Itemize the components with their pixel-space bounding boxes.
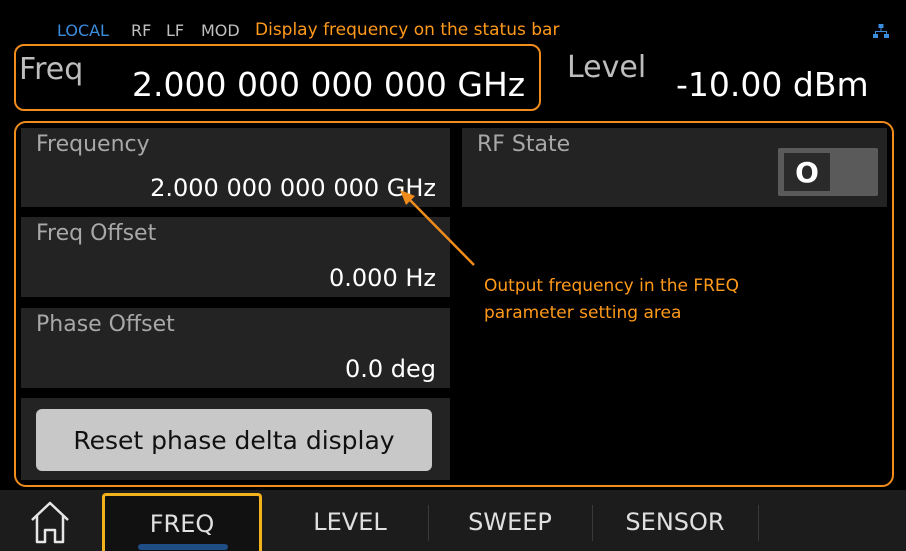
phase-offset-value: 0.0 deg [344,355,436,383]
network-icon [873,24,889,38]
tab-sensor[interactable]: SENSOR [595,493,755,551]
rf-state-param: RF State O [462,128,887,207]
rf-state-toggle[interactable]: O [778,148,878,196]
phase-offset-label: Phase Offset [36,312,175,337]
rf-indicator: RF [131,21,152,40]
freq-label: Freq [19,52,84,87]
freq-offset-param[interactable]: Freq Offset 0.000 Hz [21,217,450,297]
tab-freq-active-indicator [138,544,228,550]
tab-separator [758,505,759,541]
level-label: Level [567,50,647,85]
reset-phase-container: Reset phase delta display [21,398,450,480]
frequency-value: 2.000 000 000 000 GHz [150,174,436,202]
status-bar: LOCAL RF LF MOD Display frequency on the… [0,0,906,42]
rf-state-label: RF State [477,132,571,157]
frequency-label: Frequency [36,132,150,157]
freq-offset-label: Freq Offset [36,221,157,246]
tab-separator [428,505,429,541]
rf-toggle-knob: O [784,153,830,191]
freq-offset-value: 0.000 Hz [329,264,436,292]
status-bar-annotation: Display frequency on the status bar [255,20,560,40]
reset-phase-delta-button[interactable]: Reset phase delta display [36,409,432,471]
level-value[interactable]: -10.00 dBm [676,65,869,104]
local-indicator: LOCAL [57,21,109,40]
phase-offset-param[interactable]: Phase Offset 0.0 deg [21,308,450,388]
freq-value[interactable]: 2.000 000 000 000 GHz [132,65,525,104]
tab-separator [592,505,593,541]
home-icon[interactable] [26,498,74,546]
tab-level[interactable]: LEVEL [275,493,425,551]
instrument-screen: LOCAL RF LF MOD Display frequency on the… [0,0,906,551]
tab-sweep[interactable]: SWEEP [430,493,590,551]
output-frequency-annotation: Output frequency in the FREQ parameter s… [484,276,740,323]
lf-indicator: LF [166,21,185,40]
tab-freq[interactable]: FREQ [102,493,262,551]
frequency-param[interactable]: Frequency 2.000 000 000 000 GHz [21,128,450,207]
mod-indicator: MOD [201,21,240,40]
